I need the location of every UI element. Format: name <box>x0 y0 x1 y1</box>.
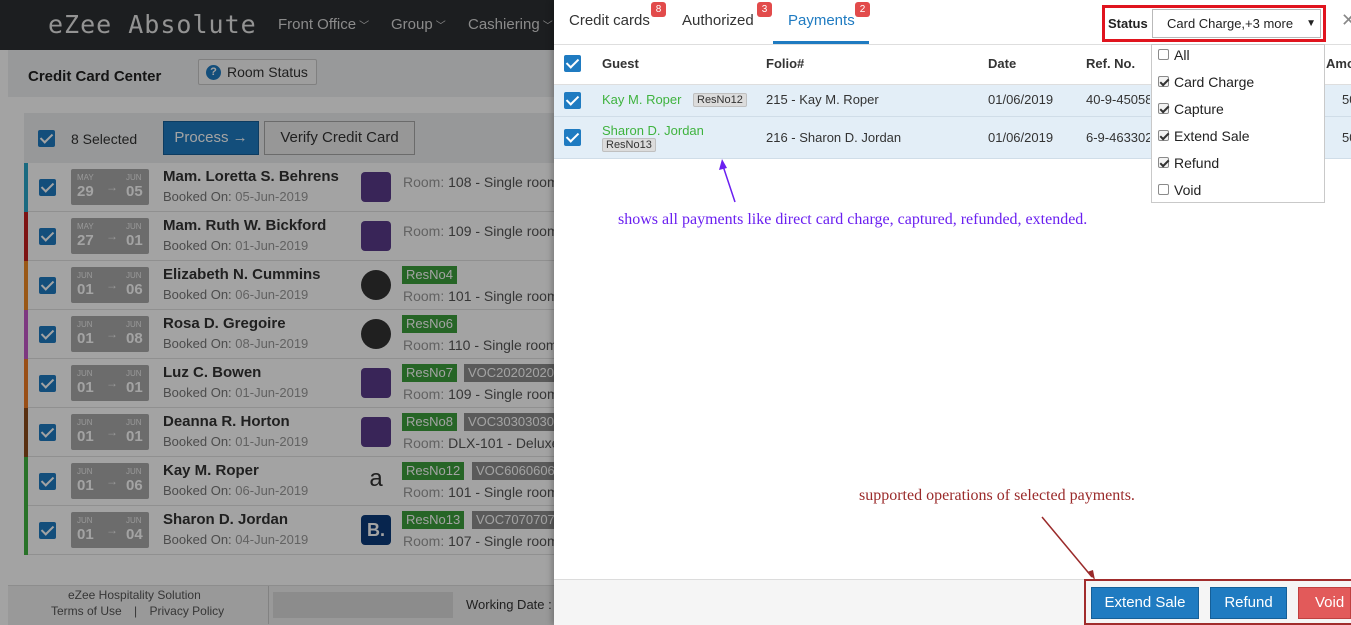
status-dropdown-menu: All Card Charge Capture Extend Sale Refund Vo… <box>1151 44 1325 203</box>
tab-credit-cards[interactable]: Credit cards <box>569 12 650 29</box>
payment-date: 01/06/2019 <box>988 130 1054 145</box>
option-checkbox[interactable] <box>1158 184 1169 195</box>
actions-highlight-box <box>1084 579 1351 625</box>
payments-annotation: shows all payments like direct card char… <box>618 211 1088 228</box>
caret-down-icon: ▼ <box>1306 18 1316 29</box>
column-date[interactable]: Date <box>988 56 1016 71</box>
operations-annotation: supported operations of selected payment… <box>859 487 1135 504</box>
status-selected-value: Card Charge,+3 more <box>1167 16 1294 31</box>
option-checkbox[interactable] <box>1158 49 1169 60</box>
select-all-payments-checkbox[interactable] <box>564 55 581 72</box>
payment-date: 01/06/2019 <box>988 92 1054 107</box>
option-checkbox[interactable] <box>1158 157 1169 168</box>
column-guest[interactable]: Guest <box>602 56 639 71</box>
payment-amount: 50 <box>1342 130 1351 145</box>
status-label: Status <box>1108 16 1148 31</box>
payment-res-tag: ResNo13 <box>602 138 656 152</box>
option-checkbox[interactable] <box>1158 76 1169 87</box>
status-filter: Status Card Charge,+3 more ▼ <box>1102 5 1326 42</box>
payment-res-tag: ResNo12 <box>693 93 747 107</box>
payment-folio: 215 - Kay M. Roper <box>766 92 879 107</box>
column-folio[interactable]: Folio# <box>766 56 804 71</box>
payment-ref: 40-9-45058 <box>1086 92 1150 107</box>
payment-ref: 6-9-463302 <box>1086 130 1150 145</box>
tab-authorized[interactable]: Authorized <box>682 12 754 29</box>
option-checkbox[interactable] <box>1158 103 1169 114</box>
column-ref-no[interactable]: Ref. No. <box>1086 56 1135 71</box>
active-tab-indicator <box>773 41 869 44</box>
status-select[interactable]: Card Charge,+3 more ▼ <box>1152 9 1321 38</box>
payment-guest-name[interactable]: Sharon D. Jordan <box>602 123 704 138</box>
column-amount[interactable]: Amou <box>1326 56 1351 71</box>
payment-guest-name[interactable]: Kay M. Roper <box>602 92 681 107</box>
authorized-count-badge: 3 <box>757 2 772 17</box>
credit-cards-count-badge: 8 <box>651 2 666 17</box>
payment-row-checkbox[interactable] <box>564 129 581 146</box>
option-checkbox[interactable] <box>1158 130 1169 141</box>
payment-folio: 216 - Sharon D. Jordan <box>766 130 902 145</box>
close-icon[interactable]: ✕ <box>1341 10 1351 31</box>
payment-row-checkbox[interactable] <box>564 92 581 109</box>
tab-payments[interactable]: Payments <box>788 12 855 29</box>
payment-amount: 50 <box>1342 92 1351 107</box>
payments-count-badge: 2 <box>855 2 870 17</box>
modal-overlay[interactable] <box>0 0 554 625</box>
